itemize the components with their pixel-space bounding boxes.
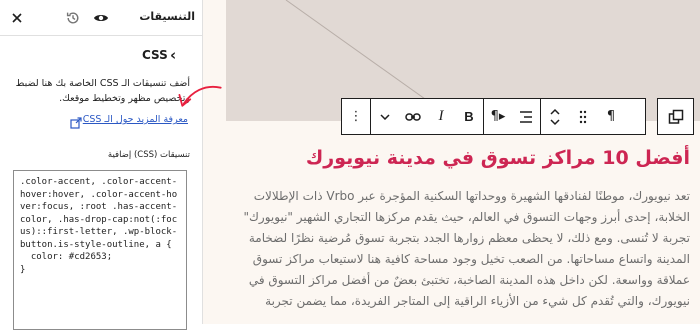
toolbar-group-align: ¶▸ <box>484 99 541 134</box>
css-panel-header[interactable]: CSS ‹ <box>0 44 203 70</box>
drag-handle-icon[interactable] <box>569 99 597 134</box>
close-icon[interactable] <box>8 9 26 27</box>
history-icon[interactable] <box>64 9 82 27</box>
more-options-icon[interactable]: ⋮ <box>342 99 370 134</box>
eye-icon[interactable] <box>92 9 110 27</box>
toolbar-group-block: ¶ <box>541 99 625 134</box>
post-paragraph[interactable]: تعد نيويورك، موطنًا لفنادقها الشهيرة ووح… <box>220 186 690 312</box>
settings-sidebar: التنسيقات CSS ‹ أضف تنسيقات الـ CSS الخا… <box>0 0 203 330</box>
additional-css-label: تنسيقات (CSS) إضافية <box>107 150 190 160</box>
toolbar-group-more: ⋮ <box>342 99 371 134</box>
align-icon[interactable] <box>512 99 540 134</box>
chevron-down-icon[interactable] <box>371 99 399 134</box>
panel-title: CSS <box>142 48 168 62</box>
paragraph-icon[interactable]: ¶ <box>597 99 625 134</box>
bold-icon[interactable]: B <box>455 99 483 134</box>
text-direction-icon[interactable]: ¶▸ <box>484 99 512 134</box>
link-icon[interactable] <box>399 99 427 134</box>
css-description: أضف تنسيقات الـ CSS الخاصة بك هنا لضبط و… <box>15 78 190 104</box>
block-toolbar: ⋮ I B ¶▸ ¶ <box>341 98 646 135</box>
italic-icon[interactable]: I <box>427 99 455 134</box>
css-code-editor[interactable]: .color-accent, .color-accent-hover:hover… <box>13 170 187 330</box>
external-link-icon <box>70 114 82 133</box>
move-arrows-icon[interactable] <box>541 99 569 134</box>
toolbar-group-format: I B <box>371 99 484 134</box>
sidebar-header: التنسيقات <box>0 0 203 36</box>
post-heading[interactable]: أفضل 10 مراكز تسوق في مدينة نيويورك <box>306 147 690 169</box>
copy-block-icon[interactable] <box>657 98 694 135</box>
sidebar-title: التنسيقات <box>139 10 195 23</box>
learn-more-link[interactable]: معرفة المزيد حول الـ CSS <box>83 114 188 125</box>
chevron-left-icon[interactable]: ‹ <box>170 46 176 64</box>
